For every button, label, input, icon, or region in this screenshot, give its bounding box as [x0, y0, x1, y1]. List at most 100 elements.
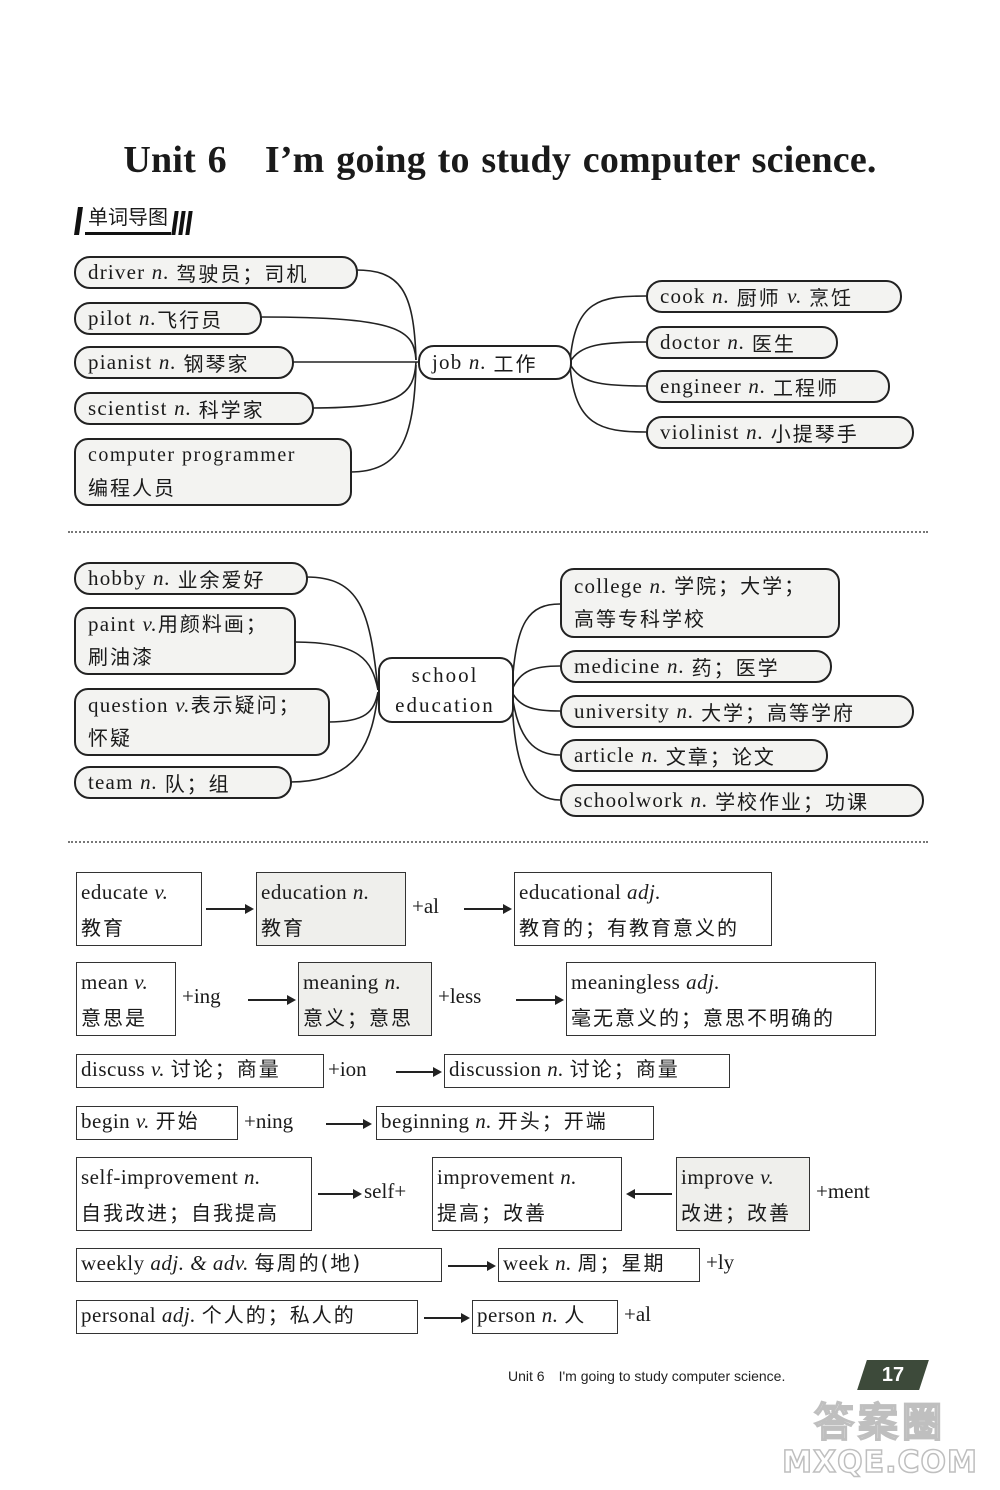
word-zh: 用颜料画；: [157, 612, 268, 636]
dotted-divider: [68, 841, 928, 843]
word-pos: adj.: [627, 880, 662, 904]
family-improve-mid: improvement n. 提高；改善: [432, 1157, 622, 1231]
family-discuss-base: discuss v. 讨论；商量: [76, 1054, 324, 1088]
job-left-item-driver: driver n. 驾驶员；司机: [74, 256, 358, 289]
family-discuss-op: +ion: [328, 1057, 367, 1081]
family-person-left: personal adj. 个人的；私人的: [76, 1300, 418, 1334]
word-pos: n.: [384, 970, 402, 994]
word-en: education: [261, 880, 348, 904]
connector-question: [327, 691, 379, 723]
family-educate-mid: education n. 教育: [256, 872, 406, 946]
word-zh: 人: [564, 1303, 587, 1327]
word-en: improve: [681, 1165, 755, 1189]
word-en: improvement: [437, 1165, 555, 1189]
word-pos: v.: [150, 1057, 165, 1081]
word-pos2: v.: [787, 284, 803, 308]
word-en: computer programmer: [88, 444, 296, 466]
word-zh: 钢琴家: [183, 352, 250, 376]
arrow-right-icon: [206, 904, 254, 914]
word-zh: 提高；改善: [437, 1201, 547, 1225]
word-en: question: [88, 693, 169, 717]
word-en: meaningless: [571, 970, 681, 994]
arrow-right-icon: [516, 995, 564, 1005]
word-pos: v.: [175, 693, 191, 717]
dotted-divider: [68, 531, 928, 533]
family-begin-base: begin v. 开始: [76, 1106, 238, 1140]
family-person-op: +al: [624, 1302, 651, 1326]
word-zh: 队；组: [164, 772, 231, 796]
word-en: begin: [81, 1109, 131, 1133]
word-en: personal: [81, 1303, 157, 1327]
word-en: college: [574, 574, 644, 598]
word-pos: n.: [244, 1165, 261, 1189]
word-zh: 个人的；私人的: [201, 1303, 356, 1327]
word-zh: 学校作业；功课: [715, 790, 870, 814]
word-pos: n.: [138, 306, 158, 330]
arrow-right-icon: [318, 1189, 362, 1199]
word-zh: 业余爱好: [177, 568, 266, 592]
page-footer: Unit 6 I'm going to study computer scienc…: [508, 1368, 785, 1384]
word-zh: 医生: [751, 332, 796, 356]
word-en: paint: [88, 612, 136, 636]
word-pos: adj. & adv.: [150, 1251, 249, 1275]
word-zh: 每周的(地): [254, 1251, 363, 1275]
word-zh: 教育: [81, 916, 125, 940]
footer-unit: Unit 6: [508, 1368, 545, 1384]
arrow-right-icon: [464, 904, 512, 914]
word-zh: 厨师: [736, 286, 781, 310]
word-pos: n.: [158, 350, 178, 374]
word-en: hobby: [88, 566, 147, 590]
connector-medicine: [511, 665, 561, 691]
word-en: article: [574, 743, 635, 767]
hub-line1: school: [411, 663, 479, 687]
word-zh: 工程师: [772, 376, 839, 400]
arrow-right-icon: [448, 1261, 496, 1271]
family-improve-left: self-improvement n. 自我改进；自我提高: [76, 1157, 312, 1231]
arrow-right-icon: [424, 1313, 470, 1323]
word-pos: v.: [760, 1165, 775, 1189]
word-zh: 毫无意义的；意思不明确的: [571, 1006, 835, 1030]
connector-university: [511, 691, 561, 712]
word-en: scientist: [88, 396, 168, 420]
word-pos: n.: [475, 1109, 492, 1133]
word-pos: n.: [748, 374, 767, 398]
arrow-left-icon: [626, 1189, 672, 1199]
word-pos: adj.: [161, 1303, 196, 1327]
family-person-right: person n. 人: [472, 1300, 618, 1334]
word-pos: n.: [174, 396, 193, 420]
word-en: pianist: [88, 350, 153, 374]
word-zh: 小提琴手: [770, 422, 859, 446]
word-en: educational: [519, 880, 622, 904]
job-left-item-pianist: pianist n. 钢琴家: [74, 346, 294, 379]
word-pos: v.: [142, 612, 158, 636]
word-zh: 意思是: [81, 1006, 147, 1030]
word-en: doctor: [660, 330, 721, 354]
word-zh: 教育的；有教育意义的: [519, 916, 739, 940]
word-zh: 科学家: [198, 398, 265, 422]
word-pos: n.: [151, 260, 170, 284]
job-hub: job n. 工作: [418, 345, 572, 380]
word-en: discuss: [81, 1057, 146, 1081]
word-en: team: [88, 770, 134, 794]
word-zh: 讨论；商量: [569, 1057, 680, 1081]
word-zh: 改进；改善: [681, 1201, 791, 1225]
family-mean-end: meaningless adj. 毫无意义的；意思不明确的: [566, 962, 876, 1036]
word-zh: 药；医学: [691, 656, 780, 680]
word-zh: 飞行员: [157, 308, 224, 332]
school-right-item-college: college n. 学院；大学； 高等专科学校: [560, 568, 840, 638]
family-week-left: weekly adj. & adv. 每周的(地): [76, 1248, 442, 1282]
connector-cook: [569, 295, 647, 363]
word-pos: n.: [140, 770, 159, 794]
footer-text: I'm going to study computer science.: [558, 1368, 786, 1384]
word-zh: 工作: [493, 352, 538, 376]
arrow-right-icon: [248, 995, 296, 1005]
connector-programmer: [349, 364, 417, 473]
word-zh: 开头；开端: [497, 1109, 608, 1133]
connector-article: [511, 693, 561, 756]
watermark-line1: 答案圈: [813, 1399, 946, 1447]
family-educate-end: educational adj. 教育的；有教育意义的: [514, 872, 772, 946]
family-educate-op: +al: [412, 894, 439, 918]
hub-line2: education: [395, 693, 495, 717]
school-right-item-schoolwork: schoolwork n. 学校作业；功课: [560, 784, 924, 817]
word-en: violinist: [660, 420, 740, 444]
